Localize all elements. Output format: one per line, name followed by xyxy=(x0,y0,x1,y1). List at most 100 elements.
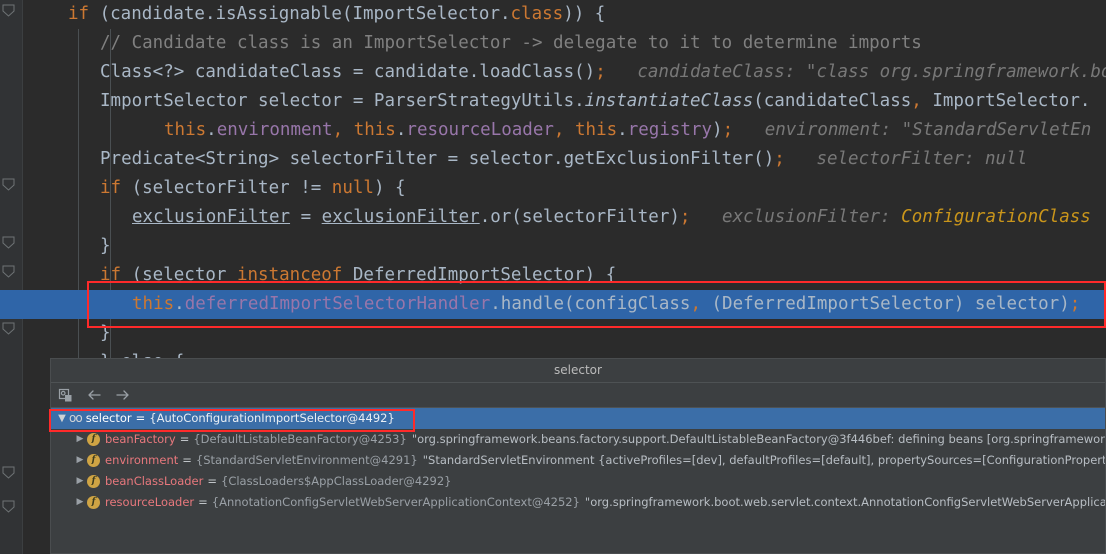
popup-title: selector xyxy=(51,359,1105,383)
code-token: ) xyxy=(712,120,723,140)
field-icon: f xyxy=(87,433,100,446)
code-line[interactable]: // Candidate class is an ImportSelector … xyxy=(0,29,1106,58)
field-icon: f xyxy=(87,475,100,488)
code-token: . xyxy=(174,294,185,314)
variable-name: selector xyxy=(85,411,132,425)
code-token: if xyxy=(100,265,122,285)
code-line-current[interactable]: this.deferredImportSelectorHandler.handl… xyxy=(0,290,1106,319)
code-token: DeferredImportSelector) { xyxy=(342,265,617,285)
code-token: ConfigurationClass xyxy=(901,207,1091,227)
code-token: this xyxy=(132,294,175,314)
code-token: // Candidate class is an ImportSelector … xyxy=(100,33,922,53)
code-token: , xyxy=(911,91,922,111)
variable-type: {ClassLoaders$AppClassLoader@4292} xyxy=(221,474,452,488)
code-token: ) { xyxy=(373,178,406,198)
evaluate-expression-icon[interactable] xyxy=(56,386,74,404)
code-token: , xyxy=(553,120,565,140)
code-token: this xyxy=(575,120,618,140)
code-token: (candidateClass xyxy=(753,91,912,111)
variable-name: resourceLoader xyxy=(105,495,195,509)
code-token: (selectorFilter != xyxy=(121,178,332,198)
chevron-right-icon[interactable]: ▶ xyxy=(73,429,87,450)
code-line[interactable]: if (selectorFilter != null) { xyxy=(0,174,1106,203)
code-token: Class<?> candidateClass = candidate.load… xyxy=(100,62,596,82)
code-token: ImportSelector. xyxy=(921,91,1091,111)
code-token: . xyxy=(206,120,217,140)
variable-name: beanFactory xyxy=(105,432,176,446)
chevron-right-icon[interactable]: ▶ xyxy=(73,492,87,513)
code-token: .handle(configClass xyxy=(490,294,691,314)
chevron-down-icon[interactable]: ▼ xyxy=(55,408,69,429)
tree-row[interactable]: ▶ f beanClassLoader = {ClassLoaders$AppClass… xyxy=(51,471,1105,492)
code-token: = xyxy=(290,207,322,227)
code-token: } xyxy=(100,236,111,256)
code-line[interactable]: Class<?> candidateClass = candidate.load… xyxy=(0,58,1106,87)
ide-screenshot-root: if (candidate.isAssignable(ImportSelecto… xyxy=(0,0,1106,554)
back-arrow-icon[interactable] xyxy=(85,386,103,404)
variable-name: beanClassLoader xyxy=(105,474,204,488)
code-token: , xyxy=(332,120,344,140)
code-line[interactable]: ImportSelector selector = ParserStrategy… xyxy=(0,87,1106,116)
code-token: .or(selectorFilter) xyxy=(479,207,680,227)
code-token: , xyxy=(690,294,701,314)
code-token: } xyxy=(100,323,111,343)
code-token: instantiateClass xyxy=(584,91,754,111)
code-token: . xyxy=(395,120,407,140)
forward-arrow-icon[interactable] xyxy=(114,386,132,404)
code-lines-container[interactable]: if (candidate.isAssignable(ImportSelecto… xyxy=(0,0,1106,360)
code-token: ; xyxy=(595,62,606,82)
code-token: instanceof xyxy=(236,265,343,285)
tree-row[interactable]: ▶ f environment = {StandardServletEnvironmen… xyxy=(51,450,1105,471)
variable-value: "StandardServletEnvironment {activeProfi… xyxy=(422,453,1105,467)
code-line[interactable]: exclusionFilter = exclusionFilter.or(sel… xyxy=(0,203,1106,232)
code-line[interactable]: this.environment, this.resourceLoader, t… xyxy=(0,116,1106,145)
variable-type: {DefaultListableBeanFactory@4253} xyxy=(193,432,407,446)
code-token: exclusionFilter xyxy=(132,207,291,227)
code-token: ; xyxy=(1069,294,1081,314)
chevron-right-icon[interactable]: ▶ xyxy=(73,450,87,471)
code-token: selectorFilter: null xyxy=(784,149,1028,169)
code-token: resourceLoader xyxy=(406,120,554,140)
variable-value: "org.springframework.beans.factory.suppo… xyxy=(411,432,1105,446)
code-line[interactable]: if (candidate.isAssignable(ImportSelecto… xyxy=(0,0,1106,29)
code-token: ImportSelector selector = ParserStrategy… xyxy=(100,91,585,111)
variable-type: {StandardServletEnvironment@4291} xyxy=(195,453,418,467)
popup-toolbar[interactable] xyxy=(51,383,1105,408)
code-token: (candidate.isAssignable(ImportSelector. xyxy=(89,4,511,24)
variables-tree[interactable]: ▼ oo selector = {AutoConfigurationImportSele… xyxy=(51,408,1105,553)
tree-row[interactable]: ▶ f resourceLoader = {AnnotationConfigServle… xyxy=(51,492,1105,513)
variable-type: {AnnotationConfigServletWebServerApplica… xyxy=(211,495,580,509)
code-line[interactable]: if (selector instanceof DeferredImportSe… xyxy=(0,261,1106,290)
variable-name: environment xyxy=(105,453,179,467)
tree-row[interactable]: ▶ f beanFactory = {DefaultListableBeanFactor… xyxy=(51,429,1105,450)
code-token: this xyxy=(353,120,396,140)
code-token: ; xyxy=(774,149,785,169)
code-token: if xyxy=(68,4,90,24)
chevron-right-icon[interactable]: ▶ xyxy=(73,471,87,492)
variable-type: {AutoConfigurationImportSelector@4492} xyxy=(149,411,395,425)
equals-sign: = xyxy=(182,453,192,467)
equals-sign: = xyxy=(198,495,208,509)
code-token: environment xyxy=(216,120,333,140)
code-token: if xyxy=(100,178,122,198)
equals-sign: = xyxy=(179,432,190,446)
code-line[interactable]: } xyxy=(0,232,1106,261)
code-line[interactable]: Predicate<String> selectorFilter = selec… xyxy=(0,145,1106,174)
equals-sign: = xyxy=(135,411,146,425)
code-line[interactable]: } xyxy=(0,319,1106,348)
variable-value: "org.springframework.boot.web.servlet.co… xyxy=(584,495,1105,509)
code-token: . xyxy=(617,120,628,140)
code-token: )) { xyxy=(563,4,606,24)
code-token: ; xyxy=(679,207,691,227)
code-token: ; xyxy=(722,120,734,140)
code-token: this xyxy=(164,120,207,140)
debugger-value-popup[interactable]: selector ▼ oo selector = {AutoConfigurat… xyxy=(50,358,1106,554)
code-token: class xyxy=(510,4,564,24)
tree-row-selected[interactable]: ▼ oo selector = {AutoConfigurationImportSele… xyxy=(51,408,1105,429)
object-value-icon: oo xyxy=(69,411,83,425)
code-token: environment: "StandardServletEn xyxy=(733,120,1092,140)
code-token: deferredImportSelectorHandler xyxy=(184,294,491,314)
equals-sign: = xyxy=(207,474,217,488)
